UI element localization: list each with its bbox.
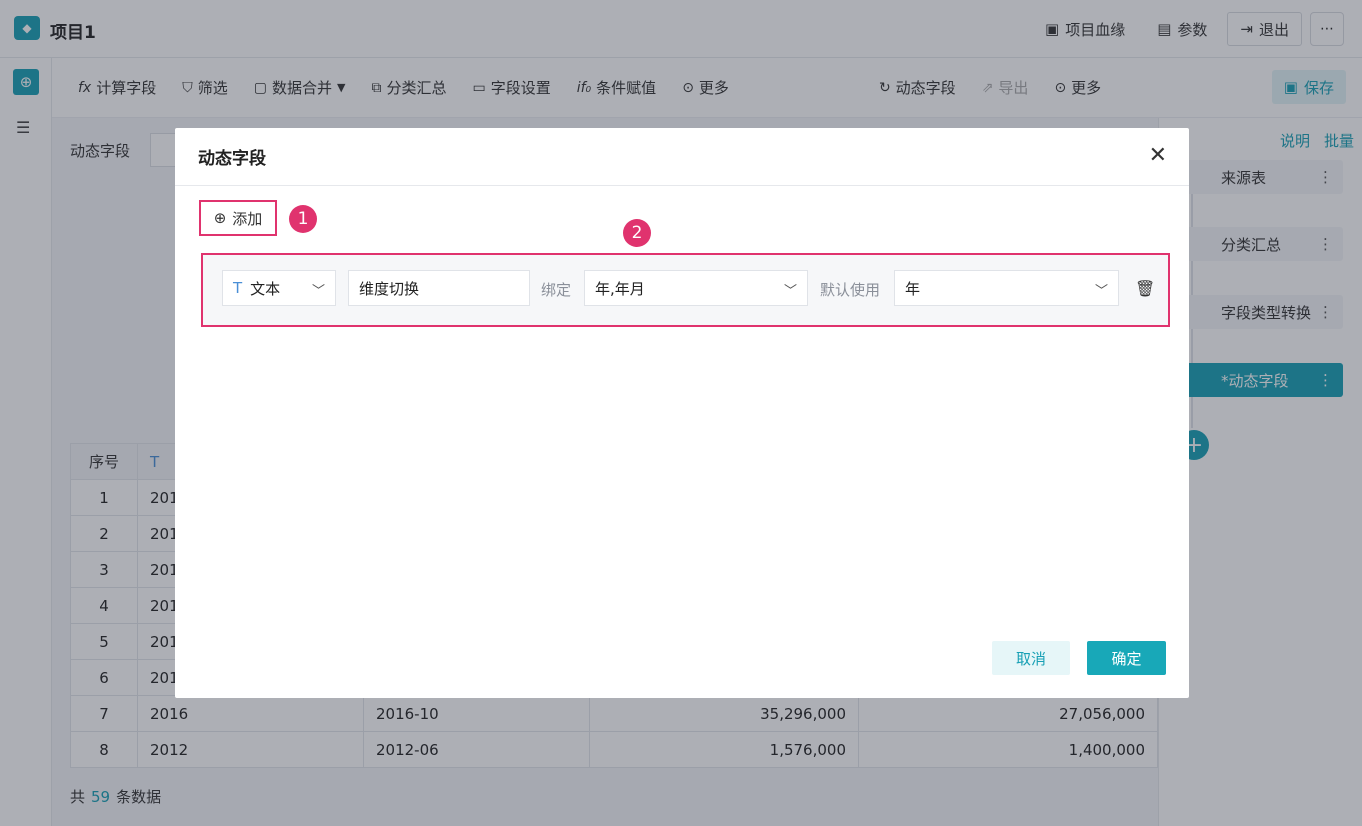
field-type-value: 文本 (250, 279, 281, 298)
dynamic-field-dialog: 动态字段 ✕ ⊕ 添加 1 2 T 文本 ﹀ 维度切换 绑定 年,年月 ﹀ 默认使用 年… (175, 128, 1189, 698)
chevron-down-icon: ﹀ (783, 284, 797, 299)
cancel-button[interactable]: 取消 (992, 641, 1070, 675)
field-name-value: 维度切换 (359, 279, 420, 298)
annotation-badge-1: 1 (289, 205, 317, 233)
annotation-badge-2: 2 (623, 219, 651, 247)
chevron-down-icon: ﹀ (1094, 284, 1108, 299)
chevron-down-icon: ﹀ (311, 284, 325, 299)
dynamic-field-row: T 文本 ﹀ 维度切换 绑定 年,年月 ﹀ 默认使用 年 ﹀ 🗑 (201, 253, 1170, 327)
plus-circle-icon: ⊕ (213, 209, 227, 227)
delete-icon[interactable]: 🗑 (1135, 279, 1155, 298)
default-label: 默认使用 (820, 281, 881, 299)
default-value: 年 (905, 279, 921, 298)
field-name-input[interactable]: 维度切换 (348, 270, 530, 306)
close-icon[interactable]: ✕ (1149, 144, 1167, 168)
bind-label: 绑定 (541, 281, 572, 299)
confirm-button[interactable]: 确定 (1087, 641, 1166, 675)
default-select[interactable]: 年 ﹀ (894, 270, 1119, 306)
bind-select[interactable]: 年,年月 ﹀ (584, 270, 808, 306)
field-type-select[interactable]: T 文本 ﹀ (222, 270, 336, 306)
dialog-title: 动态字段 (175, 128, 1189, 186)
bind-value: 年,年月 (595, 279, 645, 298)
add-label: 添加 (232, 209, 263, 228)
text-type-icon: T (233, 279, 243, 297)
add-button[interactable]: ⊕ 添加 (199, 200, 277, 236)
